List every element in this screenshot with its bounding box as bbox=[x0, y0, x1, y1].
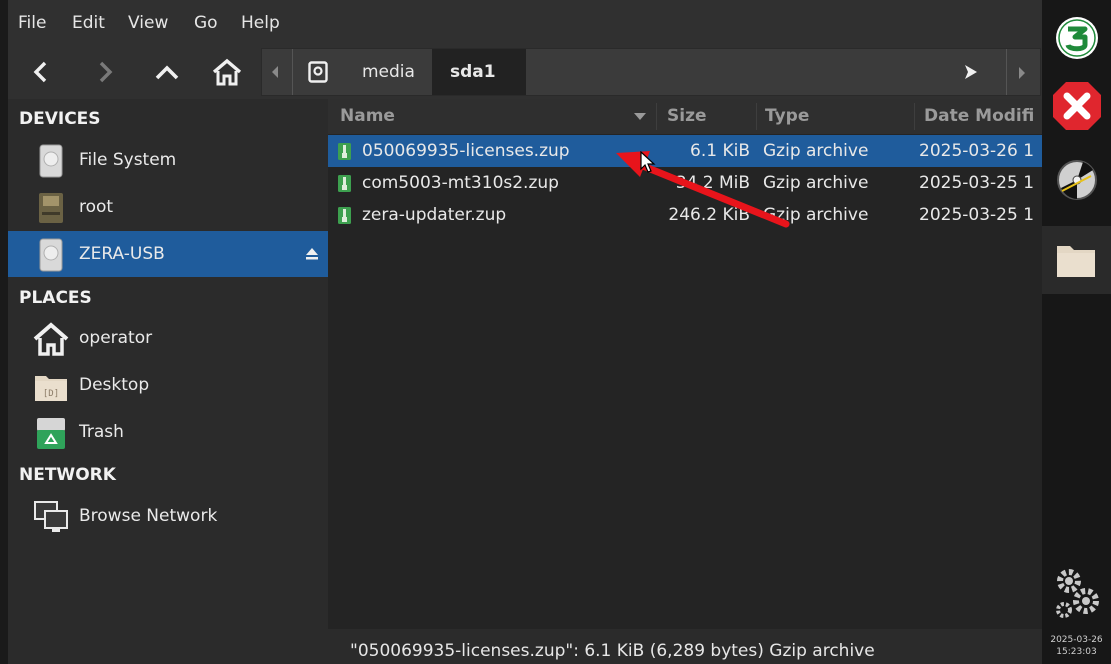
close-app-button[interactable] bbox=[1047, 76, 1107, 136]
file-name: 050069935-licenses.zup bbox=[362, 141, 570, 161]
chevron-up-icon bbox=[155, 65, 179, 80]
sidebar-item-label: ZERA-USB bbox=[79, 244, 165, 264]
network-icon bbox=[34, 501, 68, 532]
root-drive-icon bbox=[39, 193, 63, 223]
sidebar-item-zera-usb[interactable]: ZERA-USB bbox=[8, 231, 328, 277]
file-list: Name Size Type Date Modifi 050069935-lic… bbox=[328, 99, 1042, 629]
path-next-icon[interactable] bbox=[962, 63, 980, 85]
hard-drive-icon bbox=[39, 144, 63, 178]
sidebar-item-label: operator bbox=[79, 328, 153, 348]
gears-icon bbox=[1056, 569, 1099, 618]
file-manager-window: File Edit View Go Help media sda1 DEVICE… bbox=[8, 0, 1042, 664]
sidebar-item-label: Browse Network bbox=[79, 506, 218, 526]
sidebar-item-label: Trash bbox=[79, 422, 124, 442]
column-header-size[interactable]: Size bbox=[667, 99, 707, 134]
sidebar-item-label: root bbox=[79, 197, 114, 217]
file-name: com5003-mt310s2.zup bbox=[362, 173, 559, 193]
trash-icon bbox=[37, 418, 65, 449]
home-button[interactable] bbox=[206, 51, 248, 93]
network-header: NETWORK bbox=[19, 465, 116, 485]
menu-view[interactable]: View bbox=[128, 13, 168, 33]
places-header: PLACES bbox=[19, 288, 92, 308]
column-header-type[interactable]: Type bbox=[765, 99, 809, 134]
column-header-name[interactable]: Name bbox=[340, 99, 395, 134]
desktop-folder-icon: [D] bbox=[35, 376, 67, 401]
file-date: 2025-03-26 1 bbox=[919, 141, 1035, 161]
eject-icon[interactable] bbox=[305, 247, 319, 261]
forward-button[interactable] bbox=[84, 51, 126, 93]
path-crumb-label: media bbox=[362, 62, 415, 82]
disc-icon bbox=[1057, 160, 1097, 200]
file-name: zera-updater.zup bbox=[362, 205, 507, 225]
annotation-arrow-icon bbox=[616, 151, 790, 228]
toolbar: media sda1 bbox=[8, 45, 1042, 99]
file-date: 2025-03-25 1 bbox=[919, 205, 1035, 225]
sidebar-item-browse-network[interactable]: Browse Network bbox=[8, 493, 328, 539]
column-header-bar: Name Size Type Date Modifi bbox=[328, 99, 1042, 134]
path-crumb-label: sda1 bbox=[450, 62, 496, 82]
sidebar-item-label: Desktop bbox=[79, 375, 150, 395]
zip-file-icon bbox=[338, 143, 351, 160]
status-bar: "050069935-licenses.zup": 6.1 KiB (6,289… bbox=[328, 629, 1042, 664]
folder-icon bbox=[1057, 246, 1095, 277]
menu-bar: File Edit View Go Help bbox=[8, 0, 1042, 45]
right-dock: 2025-03-26 15:23:03 bbox=[1042, 0, 1111, 664]
svg-text:[D]: [D] bbox=[43, 389, 59, 399]
clock-date: 2025-03-26 bbox=[1050, 635, 1103, 645]
mouse-cursor-icon bbox=[640, 151, 656, 173]
devices-header: DEVICES bbox=[19, 109, 101, 129]
sidebar-item-desktop[interactable]: [D] Desktop bbox=[8, 362, 328, 408]
back-button[interactable] bbox=[20, 51, 62, 93]
chevron-right-icon bbox=[99, 61, 113, 83]
path-crumb-sda1[interactable]: sda1 bbox=[432, 49, 526, 95]
sidebar-item-operator[interactable]: operator bbox=[8, 315, 328, 361]
file-date: 2025-03-25 1 bbox=[919, 173, 1035, 193]
home-folder-icon bbox=[33, 322, 69, 356]
path-bar: media sda1 bbox=[261, 48, 1041, 96]
home-icon bbox=[212, 58, 242, 86]
zip-file-icon bbox=[338, 207, 351, 224]
disc-app-button[interactable] bbox=[1047, 150, 1107, 210]
zera-logo-icon bbox=[1056, 17, 1098, 59]
file-manager-dock-button[interactable] bbox=[1042, 226, 1111, 294]
sidebar: DEVICES File System root ZERA-USB PLACES bbox=[8, 99, 328, 664]
sidebar-item-file-system[interactable]: File System bbox=[8, 137, 328, 183]
chevron-left-icon bbox=[33, 61, 47, 83]
drive-icon[interactable] bbox=[308, 61, 328, 87]
sidebar-item-trash[interactable]: Trash bbox=[8, 409, 328, 455]
menu-file[interactable]: File bbox=[18, 13, 46, 33]
menu-help[interactable]: Help bbox=[241, 13, 280, 33]
zera-logo-button[interactable] bbox=[1047, 8, 1107, 68]
settings-button[interactable] bbox=[1047, 564, 1107, 624]
zip-file-icon bbox=[338, 175, 351, 192]
sidebar-item-label: File System bbox=[79, 150, 177, 170]
sort-descending-icon bbox=[634, 113, 646, 120]
scroll-right-icon[interactable] bbox=[1018, 65, 1026, 84]
menu-edit[interactable]: Edit bbox=[72, 13, 105, 33]
column-header-date[interactable]: Date Modifi bbox=[924, 99, 1034, 134]
menu-go[interactable]: Go bbox=[194, 13, 218, 33]
status-text: "050069935-licenses.zup": 6.1 KiB (6,289… bbox=[350, 641, 875, 661]
sidebar-item-root[interactable]: root bbox=[8, 184, 328, 230]
usb-drive-icon bbox=[39, 238, 63, 272]
clock-time: 15:23:03 bbox=[1056, 647, 1097, 657]
clock: 2025-03-26 15:23:03 bbox=[1042, 634, 1111, 658]
close-icon bbox=[1053, 82, 1101, 130]
scroll-left-icon[interactable] bbox=[270, 64, 280, 83]
up-button[interactable] bbox=[146, 51, 188, 93]
